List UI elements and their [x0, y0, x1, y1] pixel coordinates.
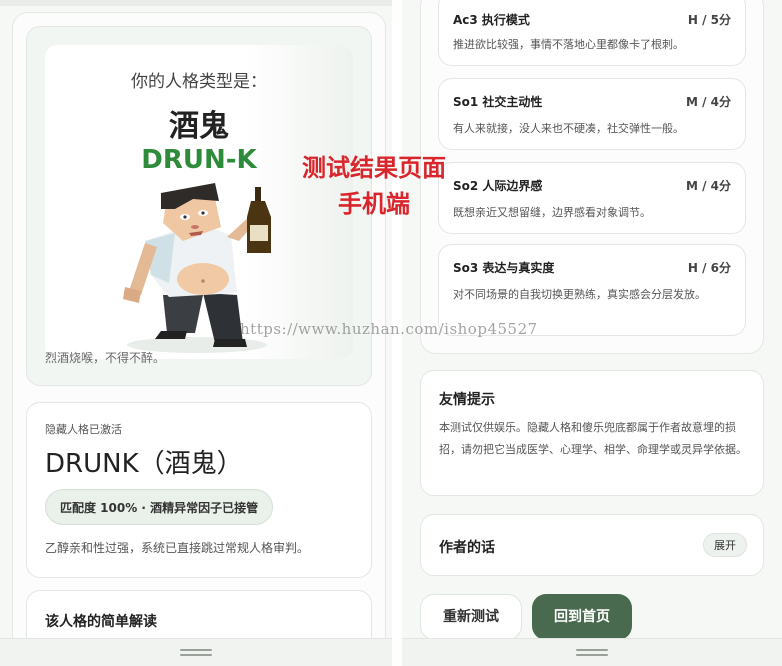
drag-handle-line[interactable] [576, 649, 608, 651]
overlay-caption-line: 手机端 [338, 190, 410, 218]
dimension-name: So3 表达与真实度 [453, 261, 555, 275]
bottom-handle-bar [402, 638, 782, 666]
dimension-name: Ac3 执行模式 [453, 13, 530, 27]
match-badge: 匹配度 100% · 酒精异常因子已接管 [45, 489, 274, 525]
dimension-score: M / 4分 [685, 95, 731, 109]
dimension-name: So1 社交主动性 [453, 95, 543, 109]
retest-button[interactable]: 重新测试 [420, 594, 522, 640]
tips-body: 本测试仅供娱乐。隐藏人格和傻乐兜底都属于作者故意埋的损招，请勿把它当成医学、心理… [439, 421, 747, 456]
bottom-handle-bar [0, 638, 392, 666]
result-caption: 烈酒烧喉，不得不醉。 [45, 351, 166, 365]
dimension-score: H / 5分 [687, 13, 731, 27]
drag-handle-line[interactable] [180, 654, 212, 656]
drag-handle-line[interactable] [180, 649, 212, 651]
brief-interpretation-title: 该人格的简单解读 [45, 614, 157, 630]
hidden-persona-card: 隐藏人格已激活 DRUNK（酒鬼） 匹配度 100% · 酒精异常因子已接管 乙… [26, 402, 372, 578]
dimension-desc: 对不同场景的自我切换更熟练，真实感会分层发放。 [453, 288, 706, 301]
back-home-button[interactable]: 回到首页 [532, 594, 632, 640]
url-watermark: https://www.huzhan.com/ishop45527 [240, 320, 538, 338]
dimension-card: Ac3 执行模式 H / 5分 推进欲比较强，事情不落地心里都像卡了根刺。 [438, 0, 746, 66]
dimension-score: H / 6分 [687, 261, 731, 275]
overlay-caption: 测试结果页面 手机端 [262, 150, 486, 222]
hidden-persona-title: DRUNK（酒鬼） [45, 449, 243, 479]
dimension-desc: 既想亲近又想留缝，边界感看对象调节。 [453, 206, 651, 219]
author-note-card[interactable]: 作者的话 展开 [420, 514, 764, 576]
dimension-score: M / 4分 [685, 179, 731, 193]
screenshot-stage: 你的人格类型是： 酒鬼 DRUN-K 烈酒烧喉，不得不醉。 隐藏人格已激活 DR… [0, 0, 782, 666]
dimension-card: So1 社交主动性 M / 4分 有人来就接，没人来也不硬凑，社交弹性一般。 [438, 78, 746, 150]
top-status-strip [0, 0, 392, 6]
author-note-title: 作者的话 [439, 540, 495, 556]
expand-button[interactable]: 展开 [703, 533, 747, 557]
hidden-persona-desc: 乙醇亲和性过强，系统已直接跳过常规人格审判。 [45, 541, 310, 555]
tips-title: 友情提示 [439, 392, 495, 408]
type-name: 酒鬼 [169, 109, 229, 144]
hidden-persona-label: 隐藏人格已激活 [45, 423, 122, 436]
overlay-caption-line: 测试结果页面 [302, 154, 446, 182]
friendly-tips-card: 友情提示 本测试仅供娱乐。隐藏人格和傻乐兜底都属于作者故意埋的损招，请勿把它当成… [420, 370, 764, 496]
drag-handle-line[interactable] [576, 654, 608, 656]
dimension-desc: 推进欲比较强，事情不落地心里都像卡了根刺。 [453, 38, 684, 51]
dimension-desc: 有人来就接，没人来也不硬凑，社交弹性一般。 [453, 122, 684, 135]
type-prompt: 你的人格类型是： [131, 72, 267, 92]
